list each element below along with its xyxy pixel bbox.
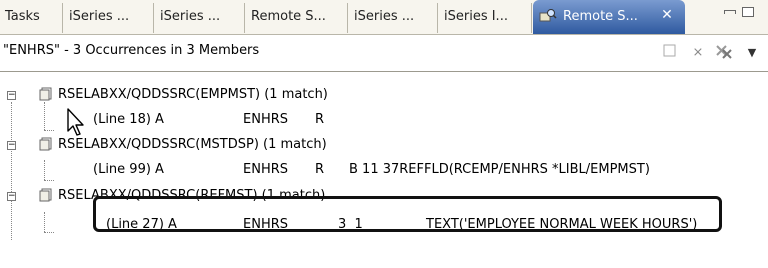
tab-tasks[interactable]: Tasks — [0, 3, 63, 33]
minimize-icon[interactable] — [724, 10, 736, 14]
tab-remote-systems-1[interactable]: Remote S... — [246, 3, 348, 33]
tab-label: Remote S... — [251, 9, 326, 24]
match-text: B 11 37REFFLD(RCEMP/ENHRS *LIBL/EMPMST) — [349, 162, 650, 177]
collapse-toggle[interactable]: − — [7, 141, 16, 150]
member-label: RSELABXX/QDDSSRC(MSTDSP) (1 match) — [58, 137, 327, 152]
tab-remote-search-active[interactable]: Remote S... ✕ — [533, 0, 685, 34]
tab-label: iSeries ... — [69, 9, 130, 24]
tab-iseries-1[interactable]: iSeries ... — [64, 3, 154, 33]
tree-item-member[interactable]: RSELABXX/QDDSSRC(MSTDSP) (1 match) — [58, 134, 327, 156]
view-menu-icon[interactable]: ▼ — [742, 43, 762, 63]
tab-iseries-2[interactable]: iSeries ... — [155, 3, 245, 33]
remove-match-icon[interactable]: ⨯ — [688, 43, 708, 63]
view-tab-bar: Tasks iSeries ... iSeries ... Remote S..… — [0, 0, 768, 35]
match-spec: R — [315, 162, 325, 177]
checkbox-icon[interactable] — [660, 43, 680, 63]
search-results-header: "ENHRS" - 3 Occurrences in 3 Members ⨯ ▼ — [0, 35, 768, 72]
tab-label: Tasks — [5, 9, 40, 24]
member-label: RSELABXX/QDDSSRC(EMPMST) (1 match) — [58, 87, 328, 102]
match-line[interactable]: (Line 18) A ENHRS R — [93, 109, 324, 131]
match-location: (Line 99) A — [93, 162, 164, 177]
close-icon[interactable]: ✕ — [657, 5, 677, 25]
tree-connector — [11, 102, 12, 240]
source-member-icon — [39, 87, 52, 101]
maximize-icon[interactable] — [742, 7, 754, 17]
match-line[interactable]: (Line 99) A ENHRS R B 11 37REFFLD(RCEMP/… — [93, 159, 650, 181]
tree-connector — [44, 102, 45, 130]
tab-label: iSeries ... — [354, 9, 415, 24]
match-location: (Line 18) A — [93, 112, 164, 127]
collapse-toggle[interactable]: − — [7, 192, 16, 201]
collapse-toggle[interactable]: − — [7, 91, 16, 100]
match-field: ENHRS — [243, 112, 288, 127]
tree-connector — [44, 212, 45, 232]
tab-label: Remote S... — [563, 9, 638, 24]
remote-search-icon — [539, 9, 557, 22]
tab-label: iSeries I... — [444, 9, 508, 24]
tree-connector — [44, 160, 45, 180]
tree-connector — [44, 180, 54, 181]
remove-all-icon[interactable] — [714, 43, 734, 63]
tab-label: iSeries ... — [160, 9, 221, 24]
tab-iseries-4[interactable]: iSeries I... — [439, 3, 532, 33]
tree-connector — [44, 232, 54, 233]
highlight-outline — [93, 196, 722, 232]
tree-connector — [44, 130, 54, 131]
match-field: ENHRS — [243, 162, 288, 177]
search-summary: "ENHRS" - 3 Occurrences in 3 Members — [3, 43, 260, 58]
match-spec: R — [315, 112, 325, 127]
source-member-icon — [39, 188, 52, 202]
mouse-pointer-icon — [67, 108, 84, 136]
search-results-tree: − RSELABXX/QDDSSRC(EMPMST) (1 match) (Li… — [0, 72, 768, 268]
tab-iseries-3[interactable]: iSeries ... — [349, 3, 438, 33]
tree-item-member[interactable]: RSELABXX/QDDSSRC(EMPMST) (1 match) — [58, 84, 328, 106]
source-member-icon — [39, 137, 52, 151]
